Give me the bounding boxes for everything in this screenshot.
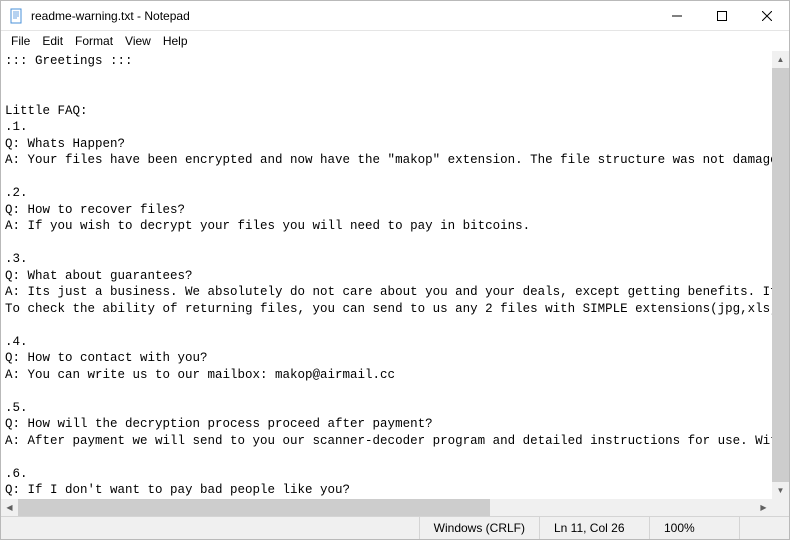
app-icon	[9, 8, 25, 24]
minimize-button[interactable]	[654, 1, 699, 31]
menu-file[interactable]: File	[5, 33, 36, 49]
scroll-corner	[772, 499, 789, 516]
window-controls	[654, 1, 789, 30]
maximize-button[interactable]	[699, 1, 744, 31]
vertical-scroll-thumb[interactable]	[772, 68, 789, 482]
menu-edit[interactable]: Edit	[36, 33, 69, 49]
titlebar: readme-warning.txt - Notepad	[1, 1, 789, 31]
vertical-scroll-track[interactable]	[772, 68, 789, 482]
vertical-scrollbar[interactable]: ▲ ▼	[772, 51, 789, 499]
close-button[interactable]	[744, 1, 789, 31]
window-title: readme-warning.txt - Notepad	[31, 9, 654, 23]
menu-help[interactable]: Help	[157, 33, 194, 49]
menu-view[interactable]: View	[119, 33, 157, 49]
status-cursor-position: Ln 11, Col 26	[539, 517, 649, 539]
scroll-left-button[interactable]: ◀	[1, 499, 18, 516]
scroll-up-button[interactable]: ▲	[772, 51, 789, 68]
text-content[interactable]: ::: Greetings ::: Little FAQ: .1. Q: Wha…	[1, 51, 789, 516]
statusbar: Windows (CRLF) Ln 11, Col 26 100%	[1, 516, 789, 539]
menu-format[interactable]: Format	[69, 33, 119, 49]
horizontal-scroll-track[interactable]	[18, 499, 755, 516]
notepad-window: readme-warning.txt - Notepad File Edit F…	[0, 0, 790, 540]
scroll-right-button[interactable]: ▶	[755, 499, 772, 516]
editor-area: ::: Greetings ::: Little FAQ: .1. Q: Wha…	[1, 51, 789, 516]
status-extra	[739, 517, 789, 539]
status-zoom: 100%	[649, 517, 739, 539]
horizontal-scroll-thumb[interactable]	[18, 499, 490, 516]
scroll-down-button[interactable]: ▼	[772, 482, 789, 499]
menubar: File Edit Format View Help	[1, 31, 789, 51]
horizontal-scrollbar[interactable]: ◀ ▶	[1, 499, 772, 516]
status-line-ending: Windows (CRLF)	[419, 517, 539, 539]
